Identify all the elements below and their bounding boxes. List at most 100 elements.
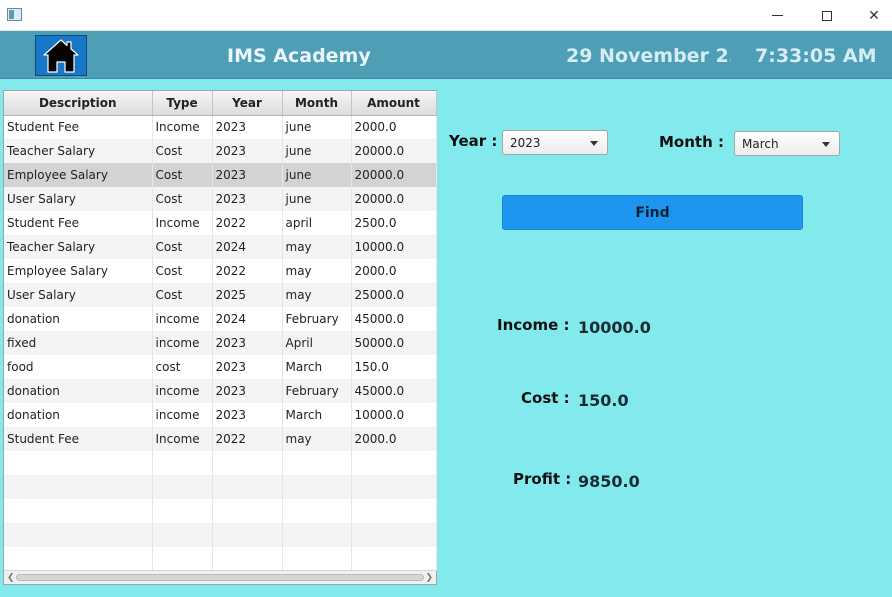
table-cell: donation — [4, 403, 153, 427]
table-cell: income — [152, 379, 213, 403]
column-header[interactable]: Month — [282, 91, 352, 116]
empty-table-cell — [4, 499, 153, 523]
column-header[interactable]: Year — [212, 91, 283, 116]
table-cell: February — [282, 307, 352, 331]
table-cell: April — [282, 331, 352, 355]
table-cell: 2000.0 — [351, 115, 437, 139]
table-cell: may — [282, 427, 352, 451]
scrollbar-thumb[interactable] — [16, 574, 424, 581]
table-cell: 45000.0 — [351, 307, 437, 331]
empty-table-row — [4, 475, 437, 499]
empty-table-cell — [282, 475, 352, 499]
empty-table-cell — [152, 451, 213, 475]
table-cell: Student Fee — [4, 211, 153, 235]
app-header: IMS Academy 29 November 2... 7:33:05 AM — [0, 31, 892, 79]
column-header[interactable]: Amount — [351, 91, 437, 116]
table-cell: User Salary — [4, 283, 153, 307]
empty-table-row — [4, 523, 437, 547]
app-title: IMS Academy — [227, 45, 371, 67]
maximize-icon — [822, 10, 832, 21]
close-button[interactable]: ✕ — [851, 0, 892, 31]
table-cell: Cost — [152, 139, 213, 163]
table-cell: may — [282, 283, 352, 307]
table-cell: 2023 — [212, 403, 283, 427]
table-cell: 2023 — [212, 379, 283, 403]
month-select[interactable]: March — [734, 131, 840, 156]
maximize-button[interactable] — [804, 0, 850, 31]
cost-value: 150.0 — [578, 391, 629, 410]
empty-table-cell — [282, 547, 352, 571]
table-row[interactable]: User Salary Cost 2023 june 20000.0 — [4, 187, 437, 211]
table-row[interactable]: donation income 2023 February 45000.0 — [4, 379, 437, 403]
table-row[interactable]: Employee Salary Cost 2022 may 2000.0 — [4, 259, 437, 283]
table-row[interactable]: Student Fee Income 2022 may 2000.0 — [4, 427, 437, 451]
empty-table-row — [4, 499, 437, 523]
chevron-down-icon — [590, 141, 598, 146]
table-cell: 2023 — [212, 115, 283, 139]
cost-label: Cost : — [521, 389, 570, 407]
table-cell: 10000.0 — [351, 403, 437, 427]
table-row[interactable]: fixed income 2023 April 50000.0 — [4, 331, 437, 355]
column-header[interactable]: Type — [152, 91, 213, 116]
table-row[interactable]: Teacher Salary Cost 2024 may 10000.0 — [4, 235, 437, 259]
table-cell: 2000.0 — [351, 427, 437, 451]
table-cell: 2023 — [212, 187, 283, 211]
table-cell: income — [152, 331, 213, 355]
empty-table-cell — [152, 547, 213, 571]
month-select-value: March — [742, 137, 779, 151]
horizontal-scrollbar[interactable]: ❮ ❯ — [4, 570, 436, 584]
minimize-button[interactable] — [754, 0, 800, 31]
table-cell: Cost — [152, 163, 213, 187]
table-cell: 2023 — [212, 331, 283, 355]
empty-table-cell — [212, 523, 283, 547]
table-header-row: Description Type Year Month Amount — [4, 91, 437, 116]
table-row[interactable]: food cost 2023 March 150.0 — [4, 355, 437, 379]
home-button[interactable] — [35, 35, 87, 76]
scroll-right-icon[interactable]: ❯ — [425, 573, 433, 583]
table-cell: 2500.0 — [351, 211, 437, 235]
scroll-left-icon[interactable]: ❮ — [7, 573, 15, 583]
table-cell: may — [282, 259, 352, 283]
column-header[interactable]: Description — [4, 91, 153, 116]
table-row[interactable]: Employee Salary Cost 2023 june 20000.0 — [4, 163, 437, 187]
table-cell: Student Fee — [4, 115, 153, 139]
table-cell: 150.0 — [351, 355, 437, 379]
table-cell: 10000.0 — [351, 235, 437, 259]
empty-table-cell — [212, 547, 283, 571]
table-cell: income — [152, 403, 213, 427]
table-cell: income — [152, 307, 213, 331]
table-row[interactable]: User Salary Cost 2025 may 25000.0 — [4, 283, 437, 307]
empty-table-cell — [282, 499, 352, 523]
table-cell: fixed — [4, 331, 153, 355]
empty-table-cell — [351, 547, 437, 571]
table-row[interactable]: Student Fee Income 2023 june 2000.0 — [4, 115, 437, 139]
table-row[interactable]: donation income 2023 March 10000.0 — [4, 403, 437, 427]
transactions-table[interactable]: Description Type Year Month Amount Student F… — [3, 90, 437, 585]
table-row[interactable]: Teacher Salary Cost 2023 june 20000.0 — [4, 139, 437, 163]
profit-label: Profit : — [513, 470, 572, 488]
table-cell: 45000.0 — [351, 379, 437, 403]
table-cell: may — [282, 235, 352, 259]
current-time: 7:33:05 AM — [755, 45, 877, 67]
table-row[interactable]: donation income 2024 February 45000.0 — [4, 307, 437, 331]
current-date: 29 November 2... — [566, 45, 731, 67]
empty-table-cell — [212, 499, 283, 523]
table-cell: cost — [152, 355, 213, 379]
empty-table-row — [4, 451, 437, 475]
table-cell: 2022 — [212, 211, 283, 235]
table-row[interactable]: Student Fee Income 2022 april 2500.0 — [4, 211, 437, 235]
empty-table-cell — [282, 523, 352, 547]
find-button[interactable]: Find — [502, 195, 803, 230]
empty-table-cell — [152, 523, 213, 547]
empty-table-cell — [212, 451, 283, 475]
empty-table-cell — [152, 499, 213, 523]
table-cell: February — [282, 379, 352, 403]
year-select-value: 2023 — [510, 136, 541, 150]
income-label: Income : — [497, 316, 570, 334]
empty-table-cell — [212, 475, 283, 499]
year-select[interactable]: 2023 — [502, 130, 608, 155]
table-cell: Teacher Salary — [4, 235, 153, 259]
table-cell: Income — [152, 211, 213, 235]
empty-table-cell — [4, 547, 153, 571]
home-icon — [43, 38, 79, 73]
